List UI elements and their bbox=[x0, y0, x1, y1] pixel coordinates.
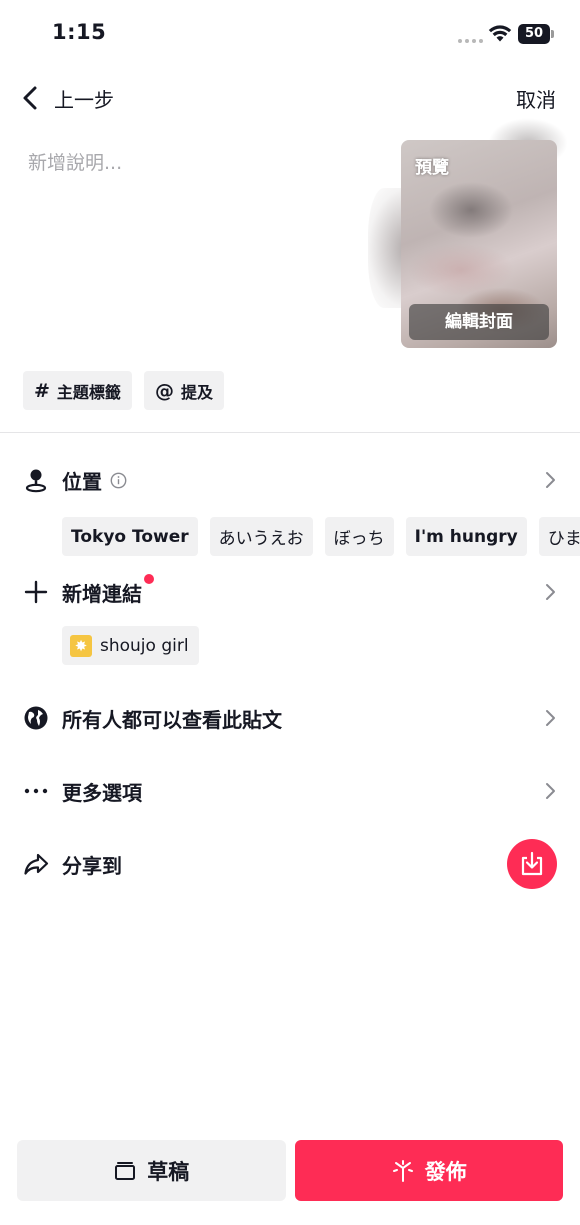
share-row: 分享到 bbox=[0, 840, 580, 888]
location-suggestions: Tokyo Tower あいうえお ぼっち I'm hungry ひまつ bbox=[62, 517, 580, 556]
chevron-right-icon bbox=[546, 783, 555, 799]
download-icon bbox=[521, 851, 543, 876]
location-pin-icon bbox=[22, 466, 50, 494]
divider bbox=[0, 432, 580, 433]
cover-thumbnail[interactable]: 預覽 編輯封面 bbox=[401, 140, 557, 348]
privacy-label: 所有人都可以查看此貼文 bbox=[62, 707, 282, 732]
hashtag-label: 主題標籤 bbox=[56, 382, 121, 402]
edit-cover-button[interactable]: 編輯封面 bbox=[409, 304, 549, 340]
share-label: 分享到 bbox=[62, 853, 122, 878]
location-label-group: 位置 bbox=[62, 466, 127, 495]
at-icon: @ bbox=[154, 379, 174, 402]
caption-tools: # 主題標籤 @ 提及 bbox=[23, 371, 224, 410]
globe-icon bbox=[22, 704, 50, 732]
info-icon[interactable] bbox=[110, 472, 127, 489]
draft-label: 草稿 bbox=[147, 1159, 190, 1184]
location-suggestion-chip[interactable]: あいうえお bbox=[209, 517, 313, 556]
sparkle-post-icon bbox=[392, 1159, 413, 1182]
mention-label: 提及 bbox=[180, 382, 213, 402]
post-button[interactable]: 發佈 bbox=[294, 1140, 563, 1201]
privacy-row[interactable]: 所有人都可以查看此貼文 bbox=[0, 694, 580, 742]
chevron-right-icon bbox=[546, 472, 555, 488]
caption-input[interactable] bbox=[28, 148, 368, 348]
more-options-row[interactable]: 更多選項 bbox=[0, 767, 580, 815]
more-options-label: 更多選項 bbox=[62, 780, 142, 805]
post-editor-screen: 1:15 50 上一步 取消 預覽 編輯封面 # bbox=[0, 0, 580, 1225]
share-arrow-icon bbox=[22, 850, 50, 878]
wifi-icon bbox=[488, 25, 512, 42]
back-label: 上一步 bbox=[54, 87, 114, 112]
add-link-label: 新增連結 bbox=[62, 581, 142, 606]
location-suggestion-chip[interactable]: Tokyo Tower bbox=[62, 517, 198, 556]
hashtag-icon: # bbox=[34, 379, 50, 402]
location-suggestion-chip[interactable]: ひまつ bbox=[538, 517, 580, 556]
bottom-action-bar: 草稿 發佈 bbox=[17, 1140, 563, 1201]
sparkle-icon: ✸ bbox=[70, 634, 92, 657]
location-suggestion-chip[interactable]: ぼっち bbox=[324, 517, 394, 556]
battery-level: 50 bbox=[518, 24, 550, 44]
location-row[interactable]: 位置 bbox=[0, 456, 580, 504]
chevron-right-icon bbox=[546, 584, 555, 600]
location-suggestion-chip[interactable]: I'm hungry bbox=[405, 517, 527, 556]
hashtag-button[interactable]: # 主題標籤 bbox=[23, 371, 132, 410]
battery-icon: 50 bbox=[518, 24, 554, 44]
preview-label[interactable]: 預覽 bbox=[415, 153, 449, 178]
notification-dot bbox=[144, 573, 154, 584]
status-bar: 1:15 50 bbox=[0, 0, 580, 70]
drafts-icon bbox=[115, 1161, 136, 1180]
chevron-left-icon bbox=[23, 86, 37, 110]
cover-preview-area: 預覽 編輯封面 bbox=[368, 118, 578, 368]
save-to-device-button[interactable] bbox=[507, 839, 557, 889]
cancel-button[interactable]: 取消 bbox=[516, 84, 556, 113]
cellular-signal-icon bbox=[458, 39, 483, 43]
more-dots-icon bbox=[22, 777, 50, 805]
post-label: 發佈 bbox=[424, 1159, 467, 1184]
add-link-label-group: 新增連結 bbox=[62, 573, 154, 607]
mention-button[interactable]: @ 提及 bbox=[143, 371, 224, 410]
link-chip-label: shoujo girl bbox=[100, 635, 189, 656]
back-button[interactable]: 上一步 bbox=[18, 80, 114, 116]
add-link-row[interactable]: 新增連結 bbox=[0, 568, 580, 616]
draft-button[interactable]: 草稿 bbox=[17, 1140, 286, 1201]
location-label: 位置 bbox=[62, 469, 102, 494]
chevron-right-icon bbox=[546, 710, 555, 726]
link-chip[interactable]: ✸ shoujo girl bbox=[62, 626, 199, 665]
status-time: 1:15 bbox=[52, 20, 107, 44]
plus-icon bbox=[22, 578, 50, 606]
